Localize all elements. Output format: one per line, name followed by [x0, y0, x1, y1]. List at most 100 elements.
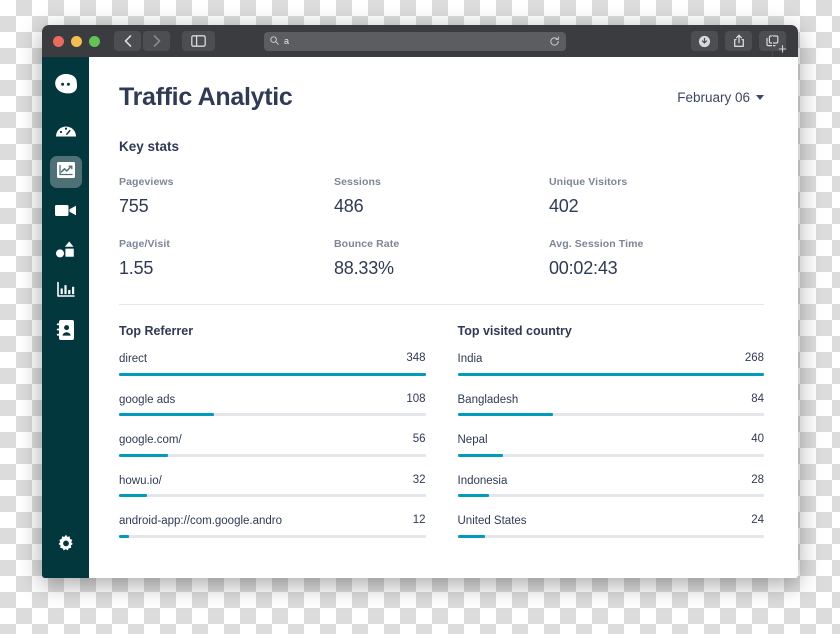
list-item[interactable]: India 268	[457, 352, 764, 376]
face-logo-icon	[54, 73, 78, 100]
list-item[interactable]: Bangladesh 84	[457, 393, 764, 417]
lists-section: Top Referrer direct 348 google ads 108 g…	[119, 324, 764, 555]
progress-track	[119, 453, 426, 457]
row-value: 12	[412, 514, 426, 527]
row-label: India	[457, 353, 483, 365]
progress-fill	[457, 453, 504, 457]
back-button[interactable]	[114, 31, 141, 51]
share-button[interactable]	[725, 31, 752, 51]
stat-label: Unique Visitors	[549, 176, 628, 188]
speedometer-icon	[55, 121, 77, 144]
video-camera-icon	[54, 202, 78, 223]
row-label: google.com/	[119, 434, 182, 447]
sidebar-item-contacts[interactable]	[50, 316, 82, 348]
date-range-picker[interactable]: February 06	[677, 90, 764, 105]
navigation-buttons	[114, 31, 170, 51]
progress-track	[119, 413, 426, 417]
app-sidebar	[42, 57, 89, 578]
list-item[interactable]: United States 24	[457, 514, 764, 538]
shapes-icon	[55, 240, 77, 264]
stat-card: Page/Visit 1.55	[119, 238, 334, 279]
progress-track	[457, 372, 764, 376]
row-label: Indonesia	[457, 474, 508, 487]
progress-fill	[119, 453, 169, 457]
main-content: Traffic Analytic February 06 Key stats P…	[89, 57, 798, 578]
chevron-down-icon	[756, 95, 764, 100]
row-label: Nepal	[457, 434, 488, 447]
address-input-value: a	[284, 36, 290, 46]
row-value: 32	[412, 473, 426, 486]
stat-value: 486	[334, 196, 364, 216]
sidebar-item-logo[interactable]	[50, 70, 82, 102]
date-range-label: February 06	[677, 90, 750, 105]
line-chart-icon	[56, 161, 76, 184]
list-item[interactable]: howu.io/ 32	[119, 474, 426, 498]
list-item[interactable]: google ads 108	[119, 393, 426, 417]
forward-button[interactable]	[143, 31, 170, 51]
list-item[interactable]: direct 348	[119, 352, 426, 376]
row-label: google ads	[119, 393, 176, 406]
stat-value: 88.33%	[334, 258, 394, 278]
row-value: 268	[744, 352, 764, 364]
list-item[interactable]: Nepal 40	[457, 433, 764, 457]
stat-value: 402	[549, 196, 579, 216]
row-value: 40	[751, 433, 764, 446]
stat-card: Unique Visitors 402	[549, 176, 764, 217]
window-controls	[50, 35, 100, 47]
list-item[interactable]: Indonesia 28	[457, 473, 764, 498]
progress-fill	[119, 494, 148, 498]
section-divider	[119, 304, 764, 305]
stat-value: 00:02:43	[549, 258, 618, 278]
search-icon	[270, 32, 279, 50]
stat-card: Bounce Rate 88.33%	[334, 238, 549, 279]
row-label: Bangladesh	[457, 393, 519, 406]
sidebar-item-shapes[interactable]	[50, 236, 82, 268]
maximize-window-button[interactable]	[89, 35, 100, 47]
progress-fill	[119, 534, 130, 538]
address-bar[interactable]: a	[264, 31, 566, 51]
gear-icon	[56, 534, 76, 559]
list-item[interactable]: android-app://com.google.andro 12	[119, 514, 426, 538]
minimize-window-button[interactable]	[71, 35, 82, 47]
sidebar-item-video[interactable]	[50, 196, 82, 228]
sidebar-item-analytics[interactable]	[49, 156, 82, 188]
close-window-button[interactable]	[53, 35, 64, 47]
top-referrer-panel: Top Referrer direct 348 google ads 108 g…	[119, 324, 426, 555]
stat-label: Sessions	[334, 176, 381, 188]
stat-label: Avg. Session Time	[549, 238, 644, 250]
browser-window: a + Traffic Analytic February 06 Key sta…	[42, 25, 798, 578]
progress-track	[457, 453, 764, 457]
stat-card: Sessions 486	[334, 176, 549, 217]
download-button[interactable]	[691, 31, 718, 51]
top-country-panel: Top visited country India 268 Bangladesh	[457, 324, 764, 555]
row-value: 108	[406, 392, 426, 405]
progress-fill	[119, 413, 214, 417]
row-value: 28	[751, 473, 764, 486]
top-referrer-title: Top Referrer	[119, 324, 194, 338]
row-label: United States	[457, 515, 527, 528]
sidebar-item-dashboard[interactable]	[50, 116, 82, 148]
reload-icon[interactable]	[549, 36, 560, 47]
progress-fill	[119, 372, 426, 376]
key-stats-grid: Pageviews 755 Sessions 486 Unique Visito…	[119, 176, 764, 279]
stat-label: Page/Visit	[119, 238, 170, 250]
content-header: Traffic Analytic February 06	[119, 83, 764, 112]
sidebar-item-settings[interactable]	[50, 530, 82, 562]
list-item[interactable]: google.com/ 56	[119, 433, 426, 457]
sidebar-item-reports[interactable]	[50, 276, 82, 308]
sidebar-toggle-button[interactable]	[182, 31, 215, 51]
progress-track	[457, 494, 764, 498]
progress-track	[119, 494, 426, 498]
key-stats-heading: Key stats	[119, 139, 180, 154]
row-value: 348	[406, 352, 426, 364]
toolbar-actions: +	[691, 31, 787, 62]
row-label: android-app://com.google.andro	[119, 515, 283, 528]
progress-track	[457, 413, 764, 417]
contact-book-icon	[56, 319, 76, 346]
stat-value: 755	[119, 196, 149, 216]
stat-label: Pageviews	[119, 176, 174, 188]
progress-track	[119, 534, 426, 538]
stat-card: Avg. Session Time 00:02:43	[549, 238, 764, 279]
page-title: Traffic Analytic	[119, 83, 293, 111]
progress-fill	[457, 413, 554, 417]
